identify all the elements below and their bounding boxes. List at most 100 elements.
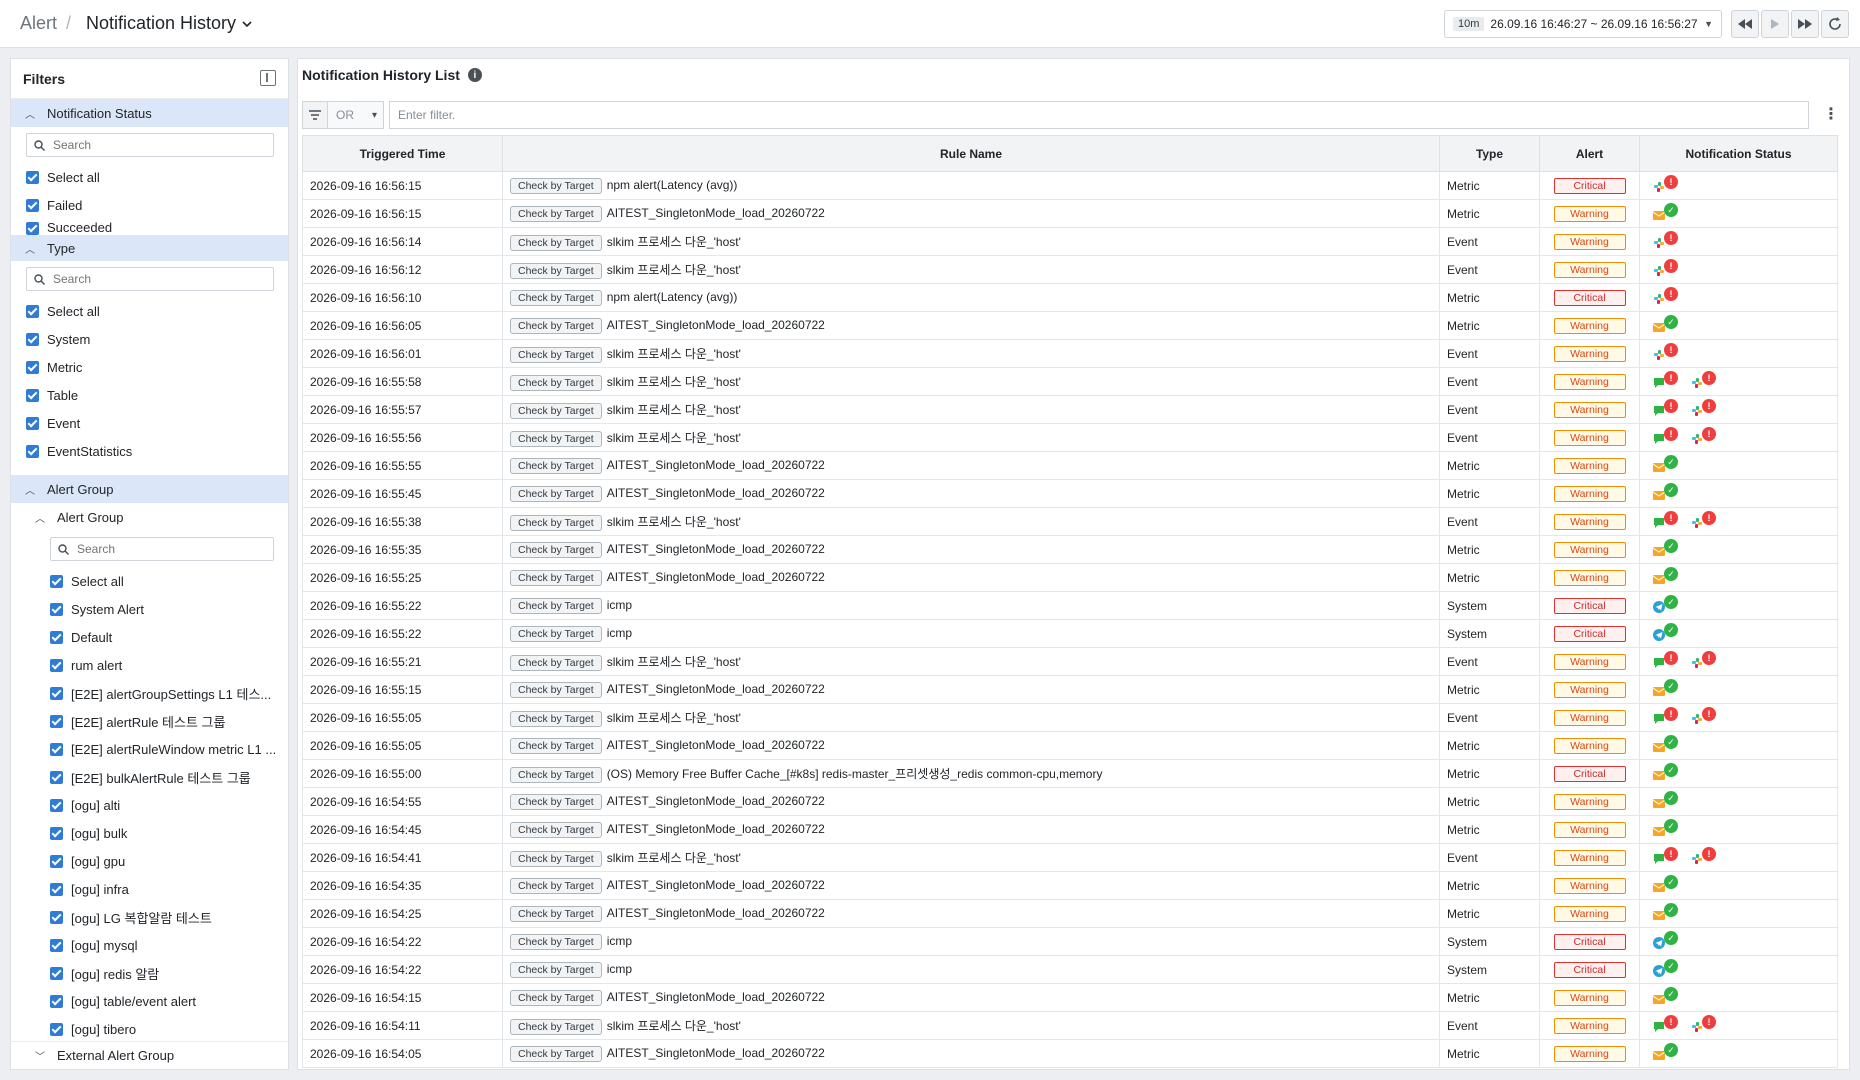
checkbox-checked[interactable]	[26, 170, 39, 184]
section-type[interactable]: ︿ Type	[11, 235, 288, 261]
filter-input[interactable]: Enter filter.	[389, 101, 1809, 129]
subsection-external-alert-group[interactable]: ﹀ External Alert Group	[11, 1041, 288, 1069]
cell-rule-name[interactable]: Check by Target (OS) Memory Free Buffer C…	[502, 759, 1440, 788]
checkbox-row[interactable]: Select all	[11, 567, 288, 595]
filter-toggle-button[interactable]	[302, 101, 328, 129]
notification-channel[interactable]: ✓	[1653, 315, 1687, 333]
table-row[interactable]: 2026-09-16 16:54:55 Check by Target AITEST…	[302, 787, 1838, 816]
checkbox-row[interactable]: [ogu] infra	[11, 875, 288, 903]
notification-channel[interactable]: !	[1691, 371, 1725, 389]
section-alert-group[interactable]: ︿ Alert Group	[11, 475, 288, 503]
cell-rule-name[interactable]: Check by Target AITEST_SingletonMode_load…	[502, 787, 1440, 816]
cell-rule-name[interactable]: Check by Target AITEST_SingletonMode_load…	[502, 311, 1440, 340]
table-row[interactable]: 2026-09-16 16:55:45 Check by Target AITEST…	[302, 479, 1838, 508]
notification-channel[interactable]: !	[1653, 343, 1687, 361]
checkbox-row[interactable]: [E2E] alertRule 테스트 그룹	[11, 707, 288, 735]
checkbox-row[interactable]: Select all	[11, 297, 288, 325]
cell-rule-name[interactable]: Check by Target slkim 프로세스 다운_'host'	[502, 255, 1440, 284]
notification-channel[interactable]: ✓	[1653, 455, 1687, 473]
notification-channel[interactable]: !	[1691, 427, 1725, 445]
notification-channel[interactable]: ✓	[1653, 623, 1687, 641]
play-button[interactable]	[1761, 10, 1789, 38]
rewind-button[interactable]	[1731, 10, 1759, 38]
notification-channel[interactable]: ✓	[1653, 539, 1687, 557]
table-row[interactable]: 2026-09-16 16:54:35 Check by Target AITEST…	[302, 871, 1838, 900]
table-row[interactable]: 2026-09-16 16:55:58 Check by Target slkim …	[302, 367, 1838, 396]
checkbox-checked[interactable]	[26, 198, 39, 212]
checkbox-checked[interactable]	[50, 994, 63, 1008]
checkbox-checked[interactable]	[50, 630, 63, 644]
table-row[interactable]: 2026-09-16 16:56:10 Check by Target npm al…	[302, 283, 1838, 312]
notification-channel[interactable]: !	[1653, 231, 1687, 249]
alert-group-search[interactable]	[50, 537, 274, 561]
column-header[interactable]: Type	[1439, 135, 1540, 172]
notification-channel[interactable]: ✓	[1653, 903, 1687, 921]
cell-rule-name[interactable]: Check by Target AITEST_SingletonMode_load…	[502, 815, 1440, 844]
checkbox-checked[interactable]	[26, 332, 39, 346]
cell-rule-name[interactable]: Check by Target AITEST_SingletonMode_load…	[502, 563, 1440, 592]
info-icon[interactable]: i	[467, 68, 482, 82]
notification-status-search[interactable]	[26, 133, 274, 157]
checkbox-checked[interactable]	[50, 938, 63, 952]
checkbox-checked[interactable]	[50, 602, 63, 616]
table-row[interactable]: 2026-09-16 16:55:56 Check by Target slkim …	[302, 423, 1838, 452]
notification-channel[interactable]: ✓	[1653, 1043, 1687, 1061]
column-header[interactable]: Rule Name	[502, 135, 1440, 172]
cell-rule-name[interactable]: Check by Target AITEST_SingletonMode_load…	[502, 479, 1440, 508]
table-row[interactable]: 2026-09-16 16:55:22 Check by Target icmp Sy…	[302, 619, 1838, 648]
checkbox-row[interactable]: EventStatistics	[11, 437, 288, 465]
notification-channel[interactable]: !	[1653, 847, 1687, 865]
refresh-button[interactable]	[1821, 10, 1849, 38]
table-row[interactable]: 2026-09-16 16:56:14 Check by Target slkim …	[302, 227, 1838, 256]
cell-rule-name[interactable]: Check by Target icmp	[502, 955, 1440, 984]
checkbox-checked[interactable]	[50, 1022, 63, 1036]
notification-channel[interactable]: !	[1653, 1015, 1687, 1033]
cell-rule-name[interactable]: Check by Target slkim 프로세스 다운_'host'	[502, 507, 1440, 536]
notification-channel[interactable]: !	[1653, 707, 1687, 725]
type-search[interactable]	[26, 267, 274, 291]
cell-rule-name[interactable]: Check by Target AITEST_SingletonMode_load…	[502, 1039, 1440, 1068]
checkbox-row[interactable]: [ogu] tibero	[11, 1015, 288, 1043]
notification-channel[interactable]: !	[1691, 651, 1725, 669]
notification-channel[interactable]: ✓	[1653, 931, 1687, 949]
table-row[interactable]: 2026-09-16 16:56:01 Check by Target slkim …	[302, 339, 1838, 368]
table-row[interactable]: 2026-09-16 16:55:57 Check by Target slkim …	[302, 395, 1838, 424]
checkbox-row[interactable]: [E2E] bulkAlertRule 테스트 그룹	[11, 763, 288, 791]
notification-channel[interactable]: !	[1691, 511, 1725, 529]
column-header[interactable]: Alert	[1539, 135, 1640, 172]
cell-rule-name[interactable]: Check by Target slkim 프로세스 다운_'host'	[502, 1011, 1440, 1040]
page-title-dropdown[interactable]: Notification History	[86, 13, 252, 34]
table-row[interactable]: 2026-09-16 16:56:15 Check by Target npm al…	[302, 171, 1838, 200]
table-row[interactable]: 2026-09-16 16:55:25 Check by Target AITEST…	[302, 563, 1838, 592]
table-row[interactable]: 2026-09-16 16:54:11 Check by Target slkim …	[302, 1011, 1838, 1040]
checkbox-row[interactable]: Table	[11, 381, 288, 409]
table-row[interactable]: 2026-09-16 16:55:00 Check by Target (OS) M…	[302, 759, 1838, 788]
checkbox-checked[interactable]	[50, 686, 63, 700]
checkbox-row[interactable]: [ogu] table/event alert	[11, 987, 288, 1015]
checkbox-checked[interactable]	[26, 304, 39, 318]
cell-rule-name[interactable]: Check by Target npm alert(Latency (avg))	[502, 283, 1440, 312]
checkbox-row[interactable]: Failed	[11, 191, 288, 219]
cell-rule-name[interactable]: Check by Target AITEST_SingletonMode_load…	[502, 871, 1440, 900]
cell-rule-name[interactable]: Check by Target AITEST_SingletonMode_load…	[502, 983, 1440, 1012]
table-row[interactable]: 2026-09-16 16:56:15 Check by Target AITEST…	[302, 199, 1838, 228]
table-row[interactable]: 2026-09-16 16:55:21 Check by Target slkim …	[302, 647, 1838, 676]
breadcrumb-alert[interactable]: Alert	[20, 13, 57, 34]
checkbox-checked[interactable]	[50, 882, 63, 896]
notification-channel[interactable]: !	[1691, 1015, 1725, 1033]
checkbox-row[interactable]: System	[11, 325, 288, 353]
notification-channel[interactable]: ✓	[1653, 483, 1687, 501]
checkbox-row[interactable]: [ogu] gpu	[11, 847, 288, 875]
notification-channel[interactable]: ✓	[1653, 735, 1687, 753]
notification-channel[interactable]: !	[1653, 511, 1687, 529]
table-row[interactable]: 2026-09-16 16:55:15 Check by Target AITEST…	[302, 675, 1838, 704]
cell-rule-name[interactable]: Check by Target icmp	[502, 591, 1440, 620]
table-row[interactable]: 2026-09-16 16:55:55 Check by Target AITEST…	[302, 451, 1838, 480]
notification-channel[interactable]: ✓	[1653, 567, 1687, 585]
logic-select[interactable]: OR	[328, 101, 384, 129]
subsection-alert-group[interactable]: ︿ Alert Group	[11, 503, 288, 531]
table-row[interactable]: 2026-09-16 16:54:05 Check by Target AITEST…	[302, 1039, 1838, 1068]
more-options-icon[interactable]: ⋮	[1823, 107, 1839, 123]
cell-rule-name[interactable]: Check by Target slkim 프로세스 다운_'host'	[502, 395, 1440, 424]
cell-rule-name[interactable]: Check by Target icmp	[502, 927, 1440, 956]
